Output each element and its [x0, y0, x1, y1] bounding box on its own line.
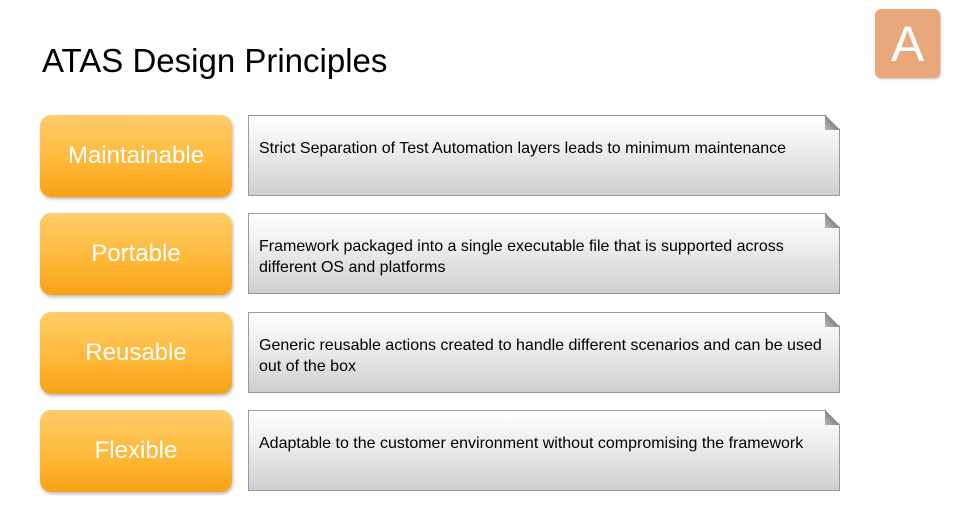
principle-description-maintainable: Strict Separation of Test Automation lay… — [259, 140, 787, 157]
principle-label-flexible: Flexible — [40, 410, 232, 492]
principle-description-flexible: Adaptable to the customer environment wi… — [259, 435, 804, 452]
slide-title: ATAS Design Principles — [42, 42, 388, 79]
principle-description-box-reusable: Generic reusable actions created to hand… — [248, 312, 840, 393]
principle-description-reusable: Generic reusable actions created to hand… — [259, 337, 822, 375]
principle-description-portable: Framework packaged into a single executa… — [259, 238, 784, 276]
principle-label-portable: Portable — [40, 213, 232, 295]
principle-description-box-portable: Framework packaged into a single executa… — [248, 213, 840, 294]
principle-description-box-maintainable: Strict Separation of Test Automation lay… — [248, 115, 840, 196]
principle-label-maintainable: Maintainable — [40, 115, 232, 197]
atas-logo-icon: A — [875, 9, 940, 78]
principle-description-box-flexible: Adaptable to the customer environment wi… — [248, 410, 840, 491]
principle-label-reusable: Reusable — [40, 312, 232, 394]
